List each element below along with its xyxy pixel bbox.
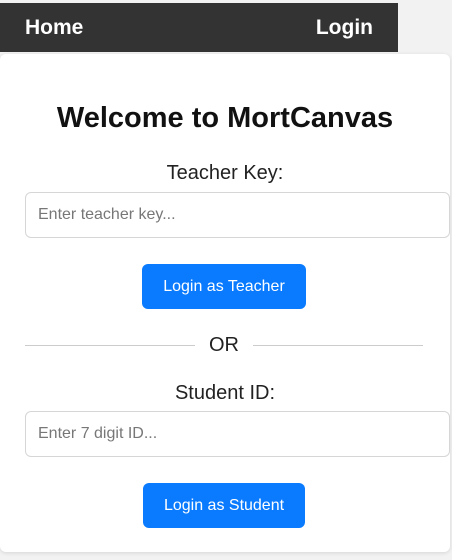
student-id-label: Student ID: bbox=[174, 382, 276, 404]
teacher-key-label: Teacher Key: bbox=[166, 162, 284, 184]
nav-login-link[interactable]: Login bbox=[316, 16, 373, 40]
student-id-input[interactable] bbox=[25, 411, 450, 457]
login-as-teacher-button[interactable]: Login as Teacher bbox=[142, 264, 306, 309]
divider-line-left bbox=[25, 344, 195, 346]
divider-line-right bbox=[253, 344, 423, 346]
or-divider: OR bbox=[25, 333, 423, 357]
divider-or-text: OR bbox=[209, 333, 239, 356]
nav-home-link[interactable]: Home bbox=[25, 16, 83, 40]
top-navbar: Home Login bbox=[0, 3, 398, 52]
login-as-student-button[interactable]: Login as Student bbox=[143, 483, 305, 528]
login-card: Welcome to MortCanvas Teacher Key: Login… bbox=[0, 54, 450, 552]
teacher-key-input[interactable] bbox=[25, 192, 450, 238]
page-title: Welcome to MortCanvas bbox=[56, 102, 394, 134]
